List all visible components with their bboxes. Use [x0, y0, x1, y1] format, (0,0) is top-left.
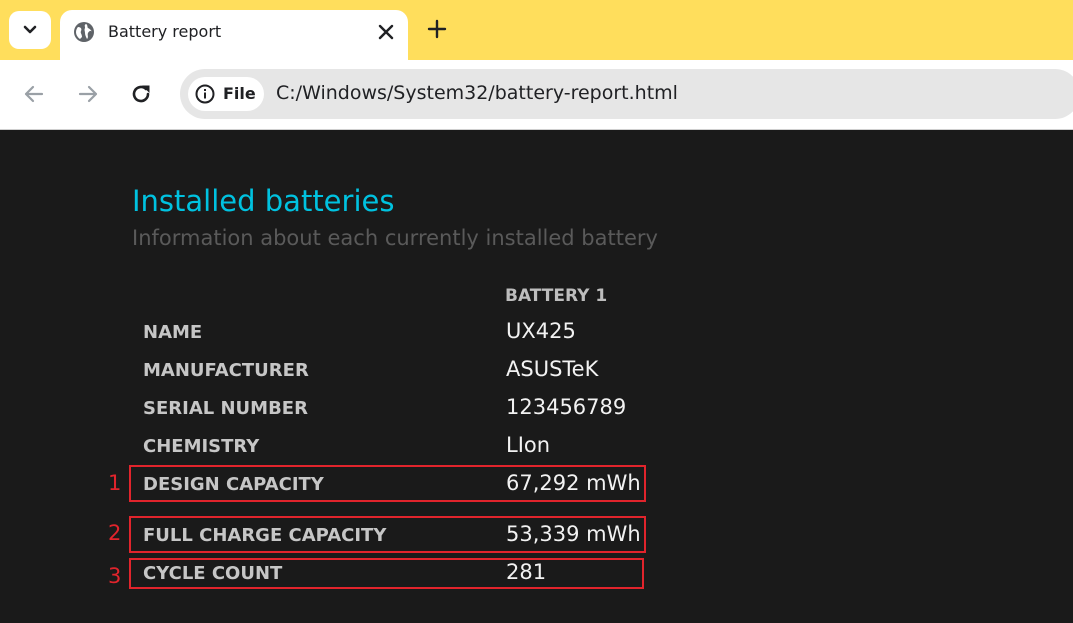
tab-battery-report[interactable]: Battery report: [60, 10, 408, 65]
info-icon: [195, 84, 215, 104]
plus-icon[interactable]: [426, 18, 448, 40]
highlight-box-cycle-count: [129, 558, 644, 589]
section-heading: Installed batteries: [132, 184, 395, 218]
reload-icon[interactable]: [129, 82, 153, 106]
value-serial-number: 123456789: [506, 395, 627, 419]
site-info-label: File: [223, 84, 256, 103]
annotation-number-1: 1: [108, 471, 122, 495]
annotation-number-2: 2: [108, 521, 122, 545]
value-chemistry: LIon: [506, 433, 551, 457]
label-name: NAME: [143, 322, 203, 343]
browser-toolbar: File C:/Windows/System32/battery-report.…: [0, 60, 1073, 130]
site-info-chip[interactable]: File: [188, 77, 264, 111]
globe-icon: [74, 22, 94, 42]
value-name: UX425: [506, 319, 576, 343]
tab-strip: Battery report: [0, 0, 1073, 65]
address-bar[interactable]: File C:/Windows/System32/battery-report.…: [180, 69, 1073, 119]
chevron-down-icon: [23, 25, 37, 34]
column-header-battery-1: BATTERY 1: [505, 286, 608, 306]
tab-search-button[interactable]: [9, 11, 51, 49]
close-icon[interactable]: [375, 21, 397, 43]
arrow-left-icon[interactable]: [22, 82, 46, 106]
label-chemistry: CHEMISTRY: [143, 436, 260, 457]
section-subheading: Information about each currently install…: [132, 226, 658, 250]
label-serial-number: SERIAL NUMBER: [143, 398, 308, 419]
annotation-number-3: 3: [108, 564, 122, 588]
url-text[interactable]: C:/Windows/System32/battery-report.html: [276, 82, 678, 104]
label-manufacturer: MANUFACTURER: [143, 360, 309, 381]
highlight-box-full-charge-capacity: [129, 516, 646, 553]
tab-title: Battery report: [108, 22, 222, 41]
highlight-box-design-capacity: [129, 465, 646, 502]
arrow-right-icon[interactable]: [76, 82, 100, 106]
value-manufacturer: ASUSTeK: [506, 357, 599, 381]
